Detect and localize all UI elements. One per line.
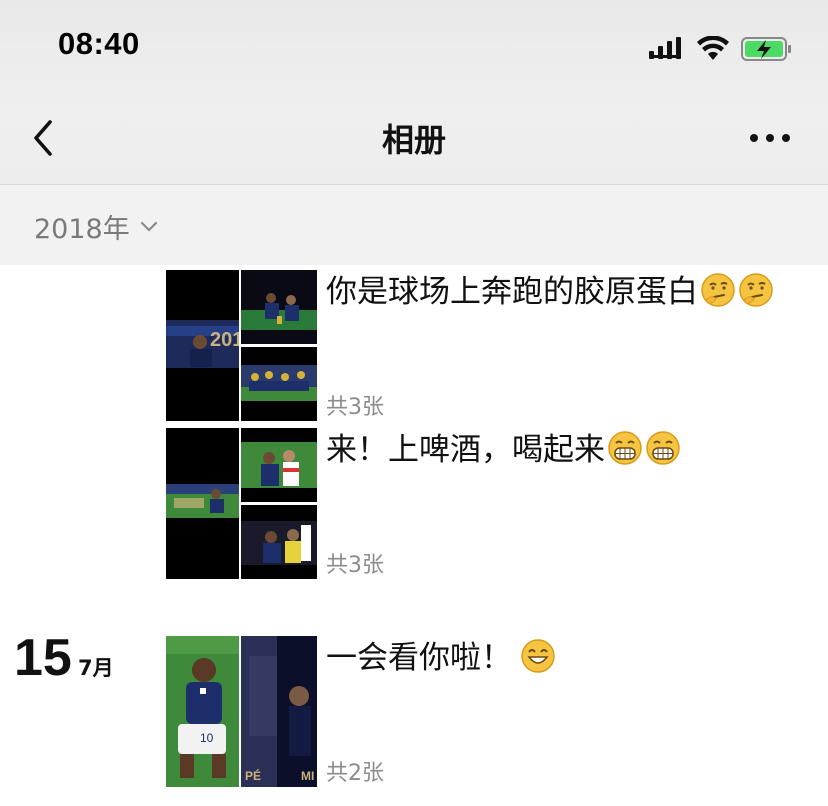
album-post[interactable]: 5 来！上啤酒，喝起来 共3张 <box>166 428 806 579</box>
photo-thumbnail[interactable] <box>241 270 317 344</box>
photo-count: 共3张 <box>326 553 384 578</box>
battery-charging-icon <box>741 37 791 61</box>
thinking-face-icon <box>739 273 773 307</box>
svg-text:5: 5 <box>291 473 298 487</box>
svg-text:MI: MI <box>301 769 314 783</box>
status-time: 08:40 <box>58 26 140 61</box>
date-month: 7月 <box>78 656 114 680</box>
year-selector-label: 2018年 <box>34 214 130 245</box>
post-caption: 来！上啤酒，喝起来 <box>326 430 796 470</box>
photo-thumbnail[interactable]: 10 <box>166 636 239 787</box>
photo-thumbnail[interactable] <box>241 505 317 579</box>
smiling-face-icon <box>521 639 555 673</box>
svg-text:PÉ: PÉ <box>245 768 261 783</box>
post-caption: 你是球场上奔跑的胶原蛋白 <box>326 272 796 312</box>
year-selector[interactable]: 2018年 <box>34 207 158 246</box>
header: 08:40 相册 <box>0 0 828 185</box>
photo-grid: 5 <box>166 428 317 579</box>
page-title: 相册 <box>381 121 446 159</box>
post-caption: 一会看你啦！ <box>326 638 796 678</box>
album-post[interactable]: 10 PÉ MI 一会看你啦！ 共2张 <box>166 636 806 787</box>
svg-text:2018: 2018 <box>210 329 239 351</box>
thinking-face-icon <box>701 273 735 307</box>
photo-thumbnail[interactable]: 2018 <box>166 270 239 421</box>
status-icons <box>648 32 794 66</box>
grinning-face-icon <box>646 431 680 465</box>
photo-thumbnail[interactable] <box>241 347 317 421</box>
more-options-icon[interactable] <box>748 124 792 152</box>
photo-thumbnail[interactable] <box>166 428 239 579</box>
chevron-down-icon <box>140 221 157 232</box>
photo-thumbnail[interactable]: PÉ MI <box>241 636 317 787</box>
photo-grid: 10 PÉ MI <box>166 636 317 787</box>
photo-count: 共3张 <box>326 395 384 420</box>
svg-text:10: 10 <box>200 731 214 745</box>
photo-grid: 2018 <box>166 270 317 421</box>
wifi-icon <box>697 36 729 60</box>
photo-thumbnail[interactable]: 5 <box>241 428 317 502</box>
date-day: 15 <box>14 629 72 687</box>
cellular-signal-icon <box>649 37 681 59</box>
album-post[interactable]: 2018 <box>166 270 806 421</box>
grinning-face-icon <box>608 431 642 465</box>
photo-count: 共2张 <box>326 761 384 786</box>
